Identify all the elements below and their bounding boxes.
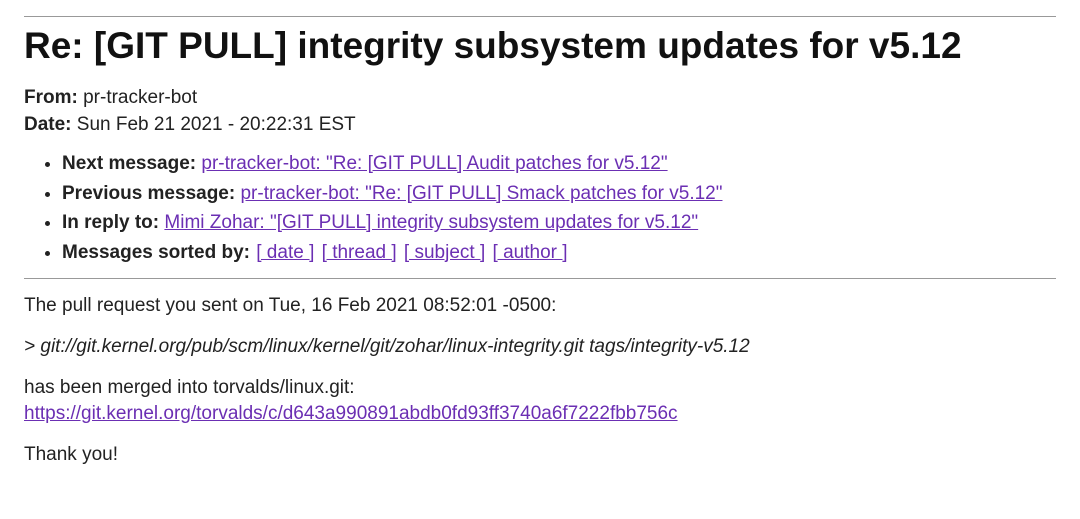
next-label: Next message: [62,153,196,174]
merged-commit-link[interactable]: https://git.kernel.org/torvalds/c/d643a9… [24,403,678,424]
mid-rule [24,278,1056,279]
prev-message-link[interactable]: pr-tracker-bot: "Re: [GIT PULL] Smack pa… [240,183,722,204]
message-meta: From: pr-tracker-bot Date: Sun Feb 21 20… [24,85,1056,138]
nav-sort: Messages sorted by: [ date ] [ thread ] … [62,239,1056,267]
nav-list: Next message: pr-tracker-bot: "Re: [GIT … [24,150,1056,266]
sort-label: Messages sorted by: [62,242,250,263]
top-rule [24,16,1056,17]
merged-text: has been merged into torvalds/linux.git: [24,377,355,398]
date-value: Sun Feb 21 2021 - 20:22:31 EST [77,114,356,135]
nav-reply: In reply to: Mimi Zohar: "[GIT PULL] int… [62,209,1056,237]
sort-by-subject-link[interactable]: [ subject ] [404,242,485,263]
nav-prev: Previous message: pr-tracker-bot: "Re: [… [62,180,1056,208]
date-line: Date: Sun Feb 21 2021 - 20:22:31 EST [24,112,1056,139]
reply-label: In reply to: [62,212,159,233]
date-label: Date: [24,114,72,135]
quote-text: git://git.kernel.org/pub/scm/linux/kerne… [40,336,749,357]
body-merged: has been merged into torvalds/linux.git:… [24,375,1056,428]
sort-by-author-link[interactable]: [ author ] [493,242,568,263]
body-intro: The pull request you sent on Tue, 16 Feb… [24,293,1056,320]
sort-links: [ date ] [ thread ] [ subject ] [ author… [255,242,568,263]
from-label: From: [24,87,78,108]
quote-prefix: > [24,336,40,357]
sort-by-thread-link[interactable]: [ thread ] [322,242,397,263]
from-value: pr-tracker-bot [83,87,197,108]
prev-label: Previous message: [62,183,235,204]
body-thanks: Thank you! [24,442,1056,469]
in-reply-to-link[interactable]: Mimi Zohar: "[GIT PULL] integrity subsys… [164,212,698,233]
from-line: From: pr-tracker-bot [24,85,1056,112]
message-title: Re: [GIT PULL] integrity subsystem updat… [24,25,1056,67]
nav-next: Next message: pr-tracker-bot: "Re: [GIT … [62,150,1056,178]
body-quote: > git://git.kernel.org/pub/scm/linux/ker… [24,334,1056,361]
sort-by-date-link[interactable]: [ date ] [256,242,314,263]
message-body: The pull request you sent on Tue, 16 Feb… [24,293,1056,468]
next-message-link[interactable]: pr-tracker-bot: "Re: [GIT PULL] Audit pa… [201,153,667,174]
